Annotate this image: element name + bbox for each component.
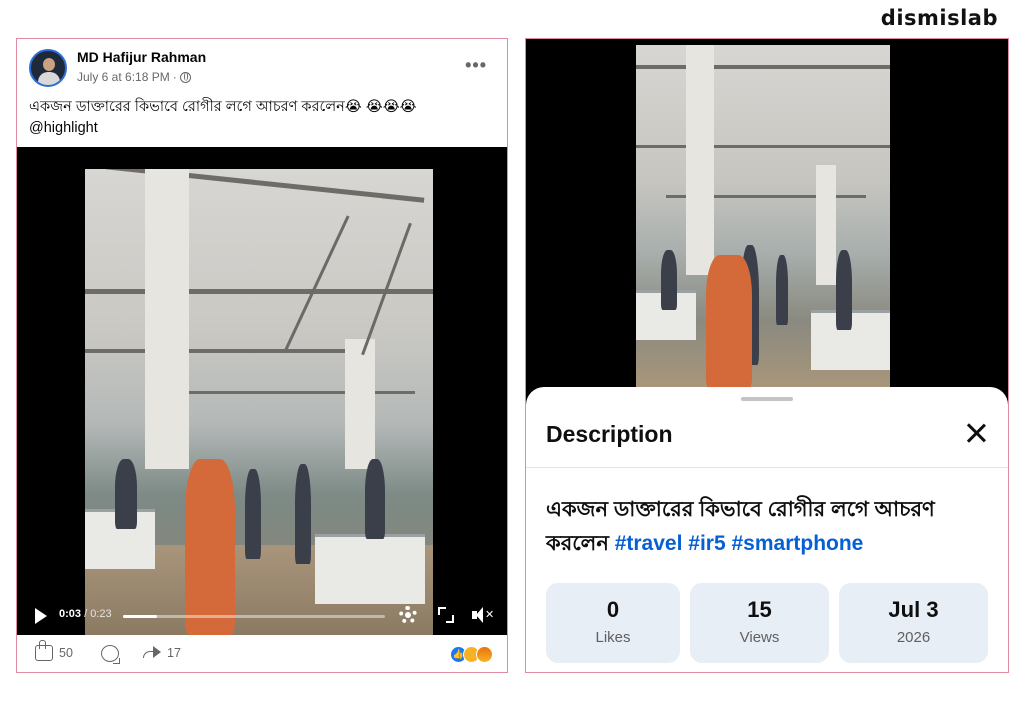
caption-text: একজন ডাক্তারের কিভাবে রোগীর লগে আচরণ করল… <box>29 99 417 115</box>
stat-date-year: 2026 <box>896 629 931 646</box>
video-progress-bar[interactable] <box>123 615 385 618</box>
stat-views-value: 15 <box>747 597 772 622</box>
stat-likes-label: Likes <box>595 629 631 646</box>
like-icon <box>35 640 53 661</box>
stat-views: 15 Views <box>690 583 829 663</box>
globe-icon <box>179 71 191 83</box>
comment-button[interactable] <box>101 645 120 664</box>
comment-icon <box>101 645 120 664</box>
description-sheet: Description একজন ডাক্তারের কিভাবে রোগীর … <box>526 387 1008 672</box>
stat-date-value: Jul 3 <box>888 597 939 622</box>
meta-separator: · <box>172 70 177 84</box>
fullscreen-icon[interactable] <box>438 607 454 623</box>
angry-reaction-icon <box>476 646 493 663</box>
like-button[interactable]: 50 <box>35 640 73 661</box>
post-meta: July 6 at 6:18 PM · <box>77 70 191 84</box>
hashtag-travel[interactable]: #travel <box>615 532 683 555</box>
gear-icon[interactable] <box>399 606 417 624</box>
hashtag-smartphone[interactable]: #smartphone <box>731 532 863 555</box>
avatar[interactable] <box>29 49 67 87</box>
like-count: 50 <box>59 646 73 660</box>
stat-likes-value: 0 <box>606 597 620 622</box>
caption-mention[interactable]: @highlight <box>29 118 495 139</box>
post-date[interactable]: July 6 at 6:18 PM <box>77 70 170 84</box>
video-duration: / 0:23 <box>84 608 112 620</box>
facebook-post-card: MD Hafijur Rahman July 6 at 6:18 PM · ••… <box>16 38 508 673</box>
stat-date: Jul 3 2026 <box>839 583 988 663</box>
video-progress-fill <box>123 615 158 618</box>
share-icon <box>143 645 161 661</box>
close-icon[interactable] <box>964 421 988 445</box>
stat-likes: 0 Likes <box>546 583 680 663</box>
short-video-card: Description একজন ডাক্তারের কিভাবে রোগীর … <box>525 38 1009 673</box>
sheet-drag-handle[interactable] <box>741 397 793 401</box>
share-button[interactable]: 17 <box>143 645 181 661</box>
video-controls: 0:03 / 0:23 ✕ <box>17 599 507 635</box>
video-time: 0:03 / 0:23 <box>59 608 112 620</box>
play-icon[interactable] <box>35 608 47 624</box>
current-time: 0:03 <box>59 608 82 620</box>
dismislab-logo: dismislab <box>880 6 998 30</box>
video-frame <box>85 169 433 635</box>
video-description: একজন ডাক্তারের কিভাবে রোগীর লগে আচরণ করল… <box>546 493 988 561</box>
mute-icon[interactable]: ✕ <box>472 607 494 623</box>
post-caption: একজন ডাক্তারের কিভাবে রোগীর লগে আচরণ করল… <box>29 97 495 139</box>
video-player[interactable]: 0:03 / 0:23 ✕ <box>17 147 507 635</box>
sheet-divider <box>526 467 1008 468</box>
hashtag-ir5[interactable]: #ir5 <box>688 532 725 555</box>
reaction-summary[interactable]: 👍 <box>450 646 493 663</box>
short-video-frame[interactable] <box>636 45 890 389</box>
post-header: MD Hafijur Rahman July 6 at 6:18 PM · ••… <box>29 47 495 93</box>
share-count: 17 <box>167 646 181 660</box>
post-actions: 50 17 👍 <box>17 639 507 671</box>
stat-views-label: Views <box>739 629 780 646</box>
post-author[interactable]: MD Hafijur Rahman <box>77 49 206 65</box>
more-options-button[interactable]: ••• <box>465 55 487 76</box>
sheet-title: Description <box>546 421 673 447</box>
